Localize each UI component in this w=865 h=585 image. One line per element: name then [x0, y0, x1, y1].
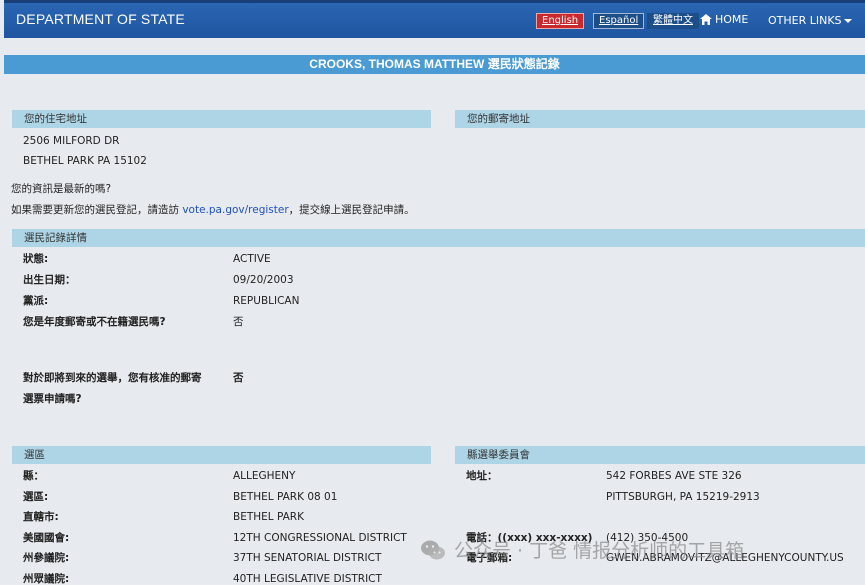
caret-down-icon — [843, 19, 852, 23]
nav-home-link[interactable]: HOME — [700, 13, 748, 26]
home-icon — [700, 14, 712, 25]
county-value: ALLEGHENY — [233, 470, 296, 482]
lang-english-button[interactable]: English — [536, 13, 585, 29]
nav-home-label: HOME — [715, 13, 749, 26]
congress-label: 美國國會: — [23, 532, 70, 544]
wechat-watermark: 公众号 · 丁爸 情报分析师的工具箱 — [420, 536, 744, 563]
state-house-label: 州眾議院: — [23, 573, 70, 585]
lang-spanish-button[interactable]: Español — [593, 13, 645, 29]
board-address-line1: 542 FORBES AVE STE 326 — [606, 470, 742, 482]
status-label: 狀態: — [23, 253, 49, 265]
party-value: REPUBLICAN — [233, 295, 300, 307]
district-heading: 選區 — [12, 446, 431, 464]
county-board-heading: 縣選舉委員會 — [455, 446, 865, 464]
precinct-label: 選區: — [23, 491, 49, 503]
nav-other-links-dropdown[interactable]: OTHER LINKS — [768, 14, 852, 27]
vote-register-link[interactable]: vote.pa.gov/register — [182, 204, 288, 216]
congress-value: 12TH CONGRESSIONAL DISTRICT — [233, 532, 407, 544]
state-house-value: 40TH LEGISLATIVE DISTRICT — [233, 573, 382, 585]
state-senate-label: 州參議院: — [23, 552, 70, 564]
dob-value: 09/20/2003 — [233, 274, 294, 286]
mailing-address-heading: 您的郵寄地址 — [455, 110, 865, 128]
residential-address-heading: 您的住宅地址 — [12, 110, 431, 128]
voter-record-heading: 選民記錄詳情 — [12, 229, 865, 247]
residential-line1: 2506 MILFORD DR — [23, 135, 120, 147]
status-value: ACTIVE — [233, 253, 271, 265]
annual-mail-voter-value: 否 — [233, 316, 244, 328]
state-senate-value: 37TH SENATORIAL DISTRICT — [233, 552, 382, 564]
info-current-question: 您的資訊是最新的嗎? — [11, 183, 112, 195]
municipality-label: 直轄市: — [23, 511, 59, 523]
update-notice-prefix: 如果需要更新您的選民登記，請造訪 — [11, 204, 179, 216]
precinct-value: BETHEL PARK 08 01 — [233, 491, 338, 503]
board-address-line2: PITTSBURGH, PA 15219-2913 — [606, 491, 760, 503]
county-label: 縣： — [23, 470, 44, 482]
update-notice-suffix: ，提交線上選民登記申請。 — [288, 204, 415, 216]
board-address-label: 地址： — [466, 470, 498, 482]
department-brand[interactable]: DEPARTMENT OF STATE — [16, 11, 185, 27]
page-title: CROOKS, THOMAS MATTHEW 選民狀態記錄 — [4, 55, 865, 74]
mail-ballot-value: 否 — [233, 372, 244, 384]
dob-label: 出生日期： — [23, 274, 76, 286]
municipality-value: BETHEL PARK — [233, 511, 304, 523]
party-label: 黨派: — [23, 295, 49, 307]
update-notice: 如果需要更新您的選民登記，請造訪 vote.pa.gov/register，提交… — [11, 203, 415, 217]
wechat-icon — [421, 540, 445, 559]
nav-other-links-label: OTHER LINKS — [768, 14, 842, 27]
top-navbar: DEPARTMENT OF STATE English Español 繁體中文… — [4, 0, 865, 38]
residential-line2: BETHEL PARK PA 15102 — [23, 155, 147, 167]
annual-mail-voter-label: 您是年度郵寄或不在籍選民嗎? — [23, 316, 166, 328]
lang-chinese-button[interactable]: 繁體中文 — [647, 13, 699, 29]
mail-ballot-label-line2: 選票申請嗎? — [23, 393, 82, 405]
mail-ballot-label-line1: 對於即將到來的選舉，您有核准的郵寄 — [23, 372, 202, 384]
watermark-text: 公众号 · 丁爸 情报分析师的工具箱 — [454, 540, 745, 562]
